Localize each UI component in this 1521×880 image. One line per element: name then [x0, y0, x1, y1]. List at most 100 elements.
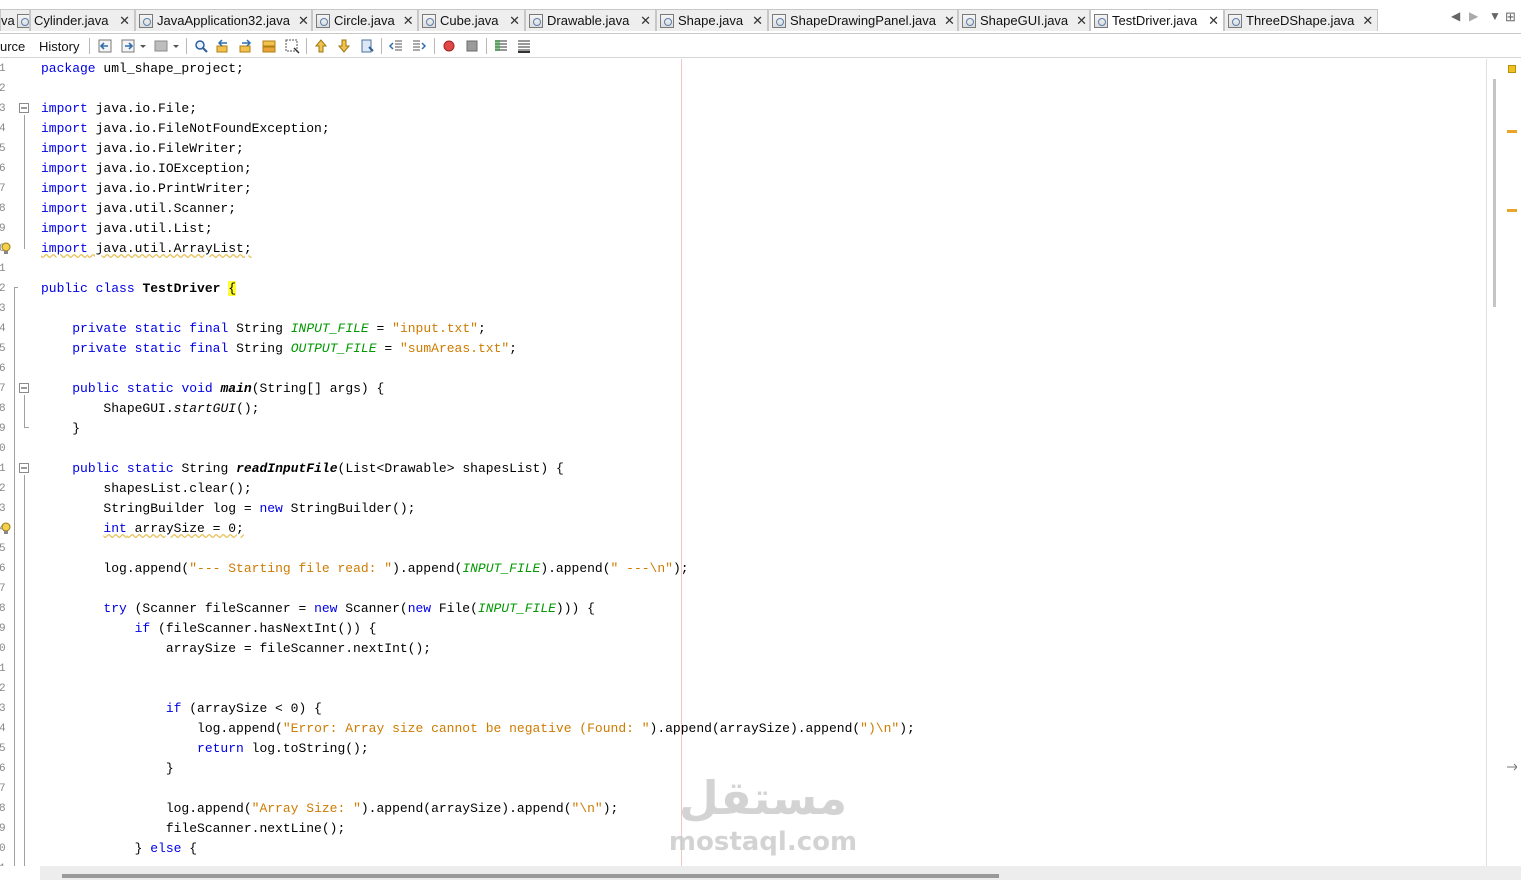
toolbar-separator — [381, 38, 382, 54]
toolbar-separator — [486, 38, 487, 54]
close-icon[interactable]: ✕ — [1362, 13, 1373, 29]
code-line: public static void main(String[] args) { — [72, 381, 385, 396]
code-line: import java.io.File; — [41, 101, 198, 116]
warning-marker[interactable] — [1507, 130, 1517, 133]
warning-status-icon[interactable] — [1508, 65, 1516, 73]
code-line: import java.io.IOException; — [41, 161, 252, 176]
line-number: 8 — [0, 203, 6, 215]
vertical-scrollbar-thumb[interactable] — [1493, 79, 1496, 307]
line-number: 0 — [0, 443, 6, 455]
watermark-logo-arabic: مستقل — [678, 771, 848, 825]
next-bookmark-icon[interactable] — [336, 38, 352, 54]
prev-bookmark-icon[interactable] — [313, 38, 329, 54]
scroll-tabs-right-icon[interactable]: ▶ — [1469, 9, 1478, 23]
shift-right-icon[interactable] — [411, 38, 427, 54]
line-number: 1 — [0, 263, 6, 275]
tab-shapedrawingpanel[interactable]: ShapeDrawingPanel.java ✕ — [768, 9, 958, 31]
line-number: 0 — [0, 643, 6, 655]
find-prev-icon[interactable] — [215, 38, 231, 54]
line-number: 3 — [0, 503, 6, 515]
toolbar-separator — [434, 38, 435, 54]
matched-brace: { — [228, 281, 237, 296]
tab-testdriver[interactable]: TestDriver.java ✕ — [1090, 9, 1224, 31]
line-number: 4 — [0, 723, 6, 735]
warning-marker[interactable] — [1507, 209, 1517, 212]
close-icon[interactable]: ✕ — [944, 13, 955, 29]
line-number: 6 — [0, 163, 6, 175]
tab-javaapplication32[interactable]: JavaApplication32.java ✕ — [135, 9, 312, 31]
tab-label: JavaApplication32.java — [157, 13, 290, 28]
show-opened-documents-icon[interactable]: ▼ — [1489, 9, 1501, 23]
code-line: if (arraySize < 0) { — [165, 701, 322, 716]
tab-shape[interactable]: Shape.java ✕ — [656, 9, 768, 31]
line-number: 1 — [0, 663, 6, 675]
tab-source[interactable]: urce — [0, 35, 31, 57]
close-icon[interactable]: ✕ — [403, 13, 414, 29]
uncomment-icon[interactable] — [516, 38, 532, 54]
fold-guide — [24, 475, 25, 866]
find-icon[interactable] — [193, 38, 209, 54]
tab-history[interactable]: History — [33, 35, 85, 57]
close-icon[interactable]: ✕ — [752, 13, 763, 29]
dropdown-icon[interactable] — [138, 38, 148, 54]
find-next-icon[interactable] — [238, 38, 254, 54]
scroll-tabs-left-icon[interactable]: ◀ — [1451, 9, 1460, 23]
last-edit-icon[interactable] — [153, 38, 169, 54]
tab-partial[interactable]: va — [0, 9, 30, 31]
horizontal-scrollbar[interactable] — [40, 866, 1521, 880]
toggle-rect-select-icon[interactable] — [284, 38, 300, 54]
maximize-window-icon[interactable]: ⊞ — [1505, 9, 1516, 25]
horizontal-scrollbar-thumb[interactable] — [62, 874, 999, 878]
java-file-icon — [1228, 13, 1242, 28]
warning-bulb-icon[interactable] — [0, 522, 12, 536]
java-file-icon — [139, 13, 153, 28]
history-label: History — [39, 38, 80, 54]
line-number: 5 — [0, 743, 6, 755]
tab-cylinder[interactable]: Cylinder.java ✕ — [30, 9, 135, 31]
line-number: 6 — [0, 363, 6, 375]
tab-shapegui[interactable]: ShapeGUI.java ✕ — [958, 9, 1090, 31]
close-icon[interactable]: ✕ — [298, 13, 309, 29]
tab-threedshape[interactable]: ThreeDShape.java ✕ — [1224, 9, 1378, 31]
toggle-bookmark-icon[interactable] — [359, 38, 375, 54]
fold-icon[interactable] — [19, 383, 30, 394]
back-icon[interactable] — [97, 38, 113, 54]
record-macro-icon[interactable] — [441, 38, 457, 54]
line-number: 4 — [0, 123, 6, 135]
error-stripe[interactable] — [1486, 59, 1521, 866]
java-file-icon — [962, 13, 976, 28]
dropdown-icon[interactable] — [171, 38, 181, 54]
close-icon[interactable]: ✕ — [1076, 13, 1087, 29]
fold-icon[interactable] — [19, 103, 30, 114]
close-icon[interactable]: ✕ — [119, 13, 130, 29]
tab-cube[interactable]: Cube.java ✕ — [418, 9, 525, 31]
tab-circle[interactable]: Circle.java ✕ — [312, 9, 418, 31]
close-icon[interactable]: ✕ — [509, 13, 520, 29]
code-editor[interactable]: 1 2 3 4 5 6 7 8 9 0 1 2 3 4 5 6 7 8 9 0 … — [0, 59, 1486, 866]
tab-drawable[interactable]: Drawable.java ✕ — [525, 9, 656, 31]
close-icon[interactable]: ✕ — [1208, 13, 1219, 29]
line-number: 0 — [0, 843, 6, 855]
shift-left-icon[interactable] — [388, 38, 404, 54]
comment-icon[interactable] — [493, 38, 509, 54]
close-icon[interactable]: ✕ — [640, 13, 651, 29]
toggle-highlight-icon[interactable] — [261, 38, 277, 54]
code-text[interactable]: package uml_shape_project; import java.i… — [41, 59, 1486, 866]
editor-toolbar: urce History — [0, 34, 1521, 58]
tab-label: Cube.java — [440, 13, 499, 28]
line-number: 7 — [0, 583, 6, 595]
editor-tabs: va Cylinder.java ✕ JavaApplication32.jav… — [0, 9, 1378, 31]
code-line: import java.io.FileWriter; — [41, 141, 244, 156]
warning-bulb-icon[interactable] — [0, 242, 12, 256]
line-number: 4 — [0, 323, 6, 335]
line-number: 6 — [0, 563, 6, 575]
line-number: 9 — [0, 623, 6, 635]
stop-macro-icon[interactable] — [464, 38, 480, 54]
forward-icon[interactable] — [120, 38, 136, 54]
caret-position-icon — [1507, 763, 1517, 771]
fold-icon[interactable] — [19, 463, 30, 474]
